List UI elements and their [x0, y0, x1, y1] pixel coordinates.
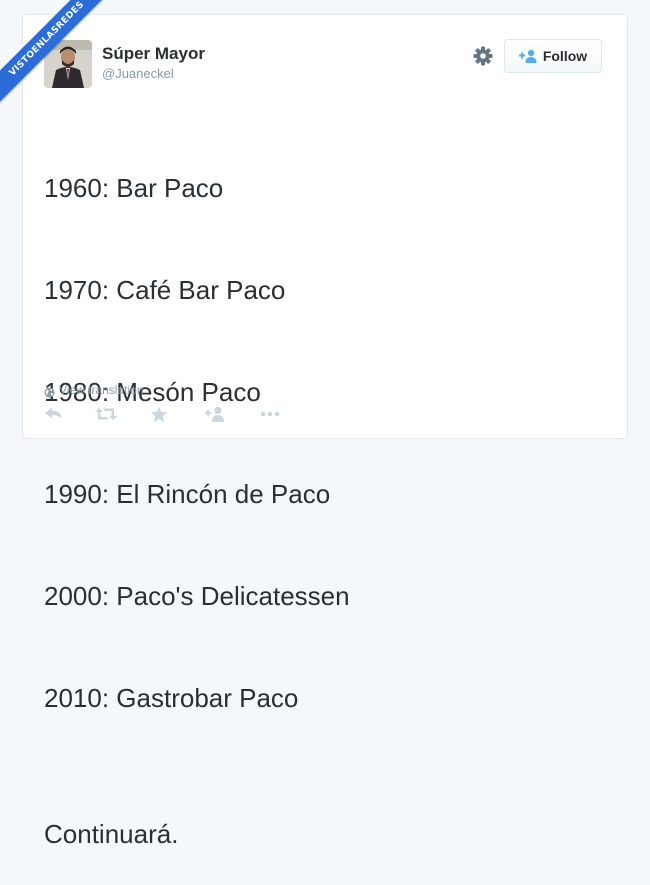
- favorite-icon[interactable]: [150, 406, 172, 424]
- follow-button[interactable]: Follow: [504, 39, 602, 73]
- view-translation-link[interactable]: View translation: [44, 383, 144, 397]
- divider: [44, 438, 604, 439]
- follow-label: Follow: [542, 48, 588, 64]
- tweet-line: 1970: Café Bar Paco: [44, 275, 286, 305]
- reply-icon[interactable]: [44, 406, 66, 424]
- tweet-line: 1990: El Rincón de Paco: [44, 479, 331, 509]
- tweet-line: 2010: Gastrobar Paco: [44, 683, 299, 713]
- tweet-line: 1960: Bar Paco: [44, 173, 224, 203]
- view-translation-label: View translation: [59, 383, 144, 397]
- more-icon[interactable]: [260, 406, 282, 424]
- tweet-text: 1960: Bar Paco 1970: Café Bar Paco 1980:…: [44, 103, 350, 885]
- gear-icon[interactable]: [472, 45, 494, 67]
- follow-icon[interactable]: [205, 406, 227, 424]
- tweet-actions: [44, 406, 282, 424]
- display-name[interactable]: Súper Mayor: [102, 44, 205, 64]
- user-handle[interactable]: @Juaneckel: [102, 66, 174, 81]
- tweet-closing-line: Continuará.: [44, 819, 179, 849]
- globe-icon: [44, 385, 55, 397]
- retweet-icon[interactable]: [95, 406, 117, 424]
- tweet-line: 2000: Paco's Delicatessen: [44, 581, 350, 611]
- add-user-icon: [518, 49, 537, 63]
